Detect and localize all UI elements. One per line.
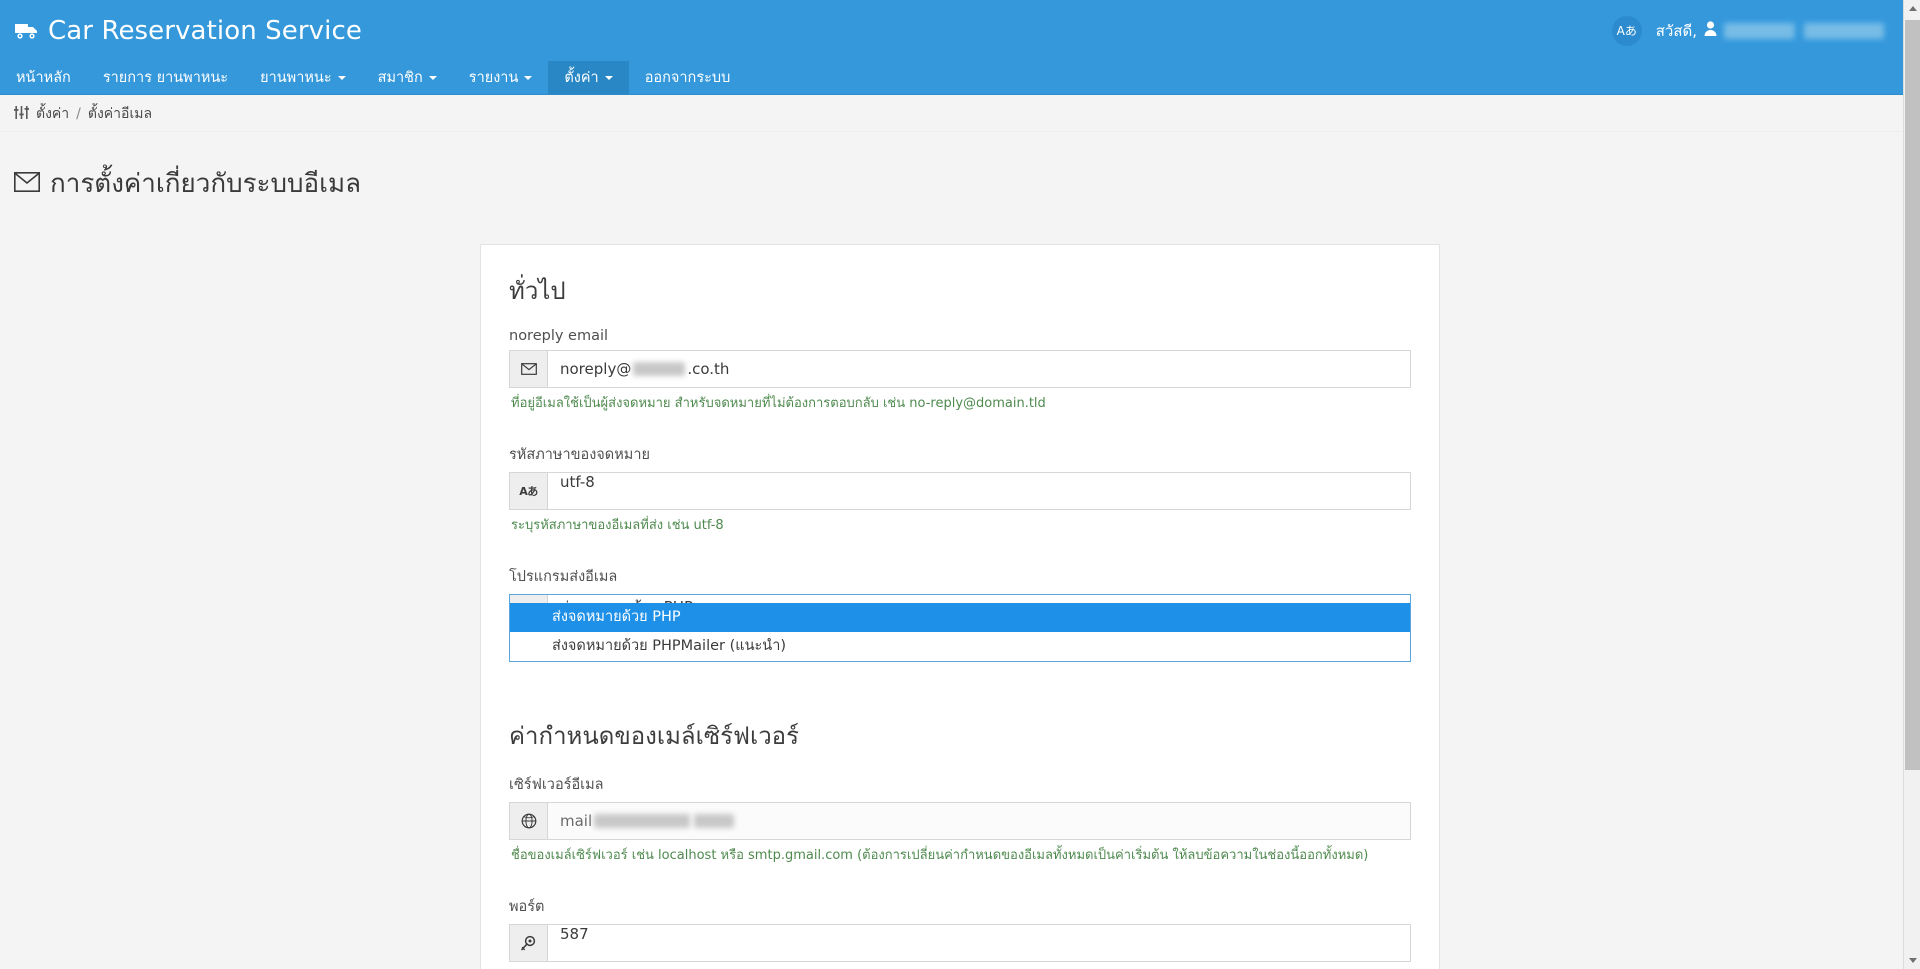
brand[interactable]: Car Reservation Service bbox=[14, 16, 362, 46]
nav-item-home[interactable]: หน้าหลัก bbox=[0, 61, 87, 94]
truck-icon bbox=[14, 21, 40, 41]
scroll-down-button[interactable] bbox=[1904, 952, 1920, 969]
nav-item-vehicle-list[interactable]: รายการ ยานพาหนะ bbox=[87, 61, 244, 94]
field-noreply-email: noreply email noreply@ .co.th ที่อยู่อีเม… bbox=[509, 328, 1411, 413]
user-name-redacted bbox=[1724, 22, 1884, 39]
mail-host-input-group[interactable]: mail bbox=[509, 802, 1411, 841]
field-mail-charset: รหัสภาษาของจดหมาย Aあ utf-8 ระบุรหัสภาษาข… bbox=[509, 443, 1411, 535]
page-title: การตั้งค่าเกี่ยวกับระบบอีเมล bbox=[0, 149, 1920, 221]
scrollbar-thumb[interactable] bbox=[1905, 20, 1920, 770]
scroll-down-icon bbox=[1908, 958, 1917, 963]
field-label: เซิร์ฟเวอร์อีเมล bbox=[509, 777, 604, 794]
nav-item-label: ยานพาหนะ bbox=[260, 70, 332, 86]
mailer-option-phpmailer[interactable]: ส่งจดหมายด้วย PHPMailer (แนะนำ) bbox=[510, 632, 1410, 661]
chevron-down-icon bbox=[337, 75, 346, 80]
nav-item-vehicles[interactable]: ยานพาหนะ bbox=[244, 61, 362, 94]
page-title-text: การตั้งค่าเกี่ยวกับระบบอีเมล bbox=[50, 169, 362, 200]
brand-text: Car Reservation Service bbox=[48, 15, 362, 46]
email-settings-card: ทั่วไป noreply email noreply@.co.th ที่ bbox=[480, 243, 1440, 969]
charset-input[interactable]: utf-8 bbox=[548, 473, 1410, 509]
nav-item-label: หน้าหลัก bbox=[16, 70, 71, 86]
mail-host-redacted-b bbox=[694, 814, 735, 829]
breadcrumb: ตั้งค่า / ตั้งค่าอีเมล bbox=[0, 95, 1920, 132]
user-icon bbox=[1704, 21, 1717, 40]
scroll-up-button[interactable] bbox=[1904, 0, 1920, 17]
nav-item-label: รายงาน bbox=[468, 70, 519, 86]
scroll-up-icon bbox=[1908, 6, 1917, 11]
field-label: noreply email bbox=[509, 327, 609, 344]
nav-item-label: รายการ ยานพาหนะ bbox=[102, 70, 229, 86]
app-header: Car Reservation Service Aあ สวัสดี, bbox=[0, 0, 1920, 61]
nav-item-logout[interactable]: ออกจากระบบ bbox=[629, 61, 747, 94]
field-label: รหัสภาษาของจดหมาย bbox=[509, 447, 650, 463]
gear-icon bbox=[510, 925, 548, 962]
field-label: โปรแกรมส่งอีเมล bbox=[509, 569, 618, 586]
mail-host-redacted-a bbox=[594, 814, 691, 829]
section-title-general: ทั่วไป bbox=[509, 276, 566, 305]
field-help-text: ระบุรหัสภาษาของอีเมลที่ส่ง เช่น utf-8 bbox=[511, 518, 724, 533]
breadcrumb-current: ตั้งค่าอีเมล bbox=[87, 106, 153, 122]
envelope-icon bbox=[510, 350, 548, 387]
globe-icon bbox=[510, 803, 548, 840]
nav-item-label: ออกจากระบบ bbox=[644, 70, 731, 86]
noreply-email-input-group[interactable]: noreply@ .co.th bbox=[509, 349, 1411, 388]
user-greeting[interactable]: สวัสดี, bbox=[1656, 19, 1884, 43]
nav-item-label: ตั้งค่า bbox=[564, 70, 599, 86]
mail-host-input[interactable]: mail bbox=[548, 803, 1410, 840]
field-mail-port: พอร์ต 587 หมายเลขพอร์ตของเมล์เซิร์ฟเวอร์… bbox=[509, 895, 1411, 969]
field-help-text: ที่อยู่อีเมลใช้เป็นผู้ส่งจดหมาย สำหรับจด… bbox=[511, 395, 1046, 411]
breadcrumb-parent[interactable]: ตั้งค่า bbox=[36, 103, 69, 125]
header-right: Aあ สวัสดี, bbox=[1611, 0, 1884, 61]
chevron-down-icon bbox=[524, 75, 533, 80]
language-icon: Aあ bbox=[510, 473, 548, 509]
noreply-email-redacted-domain bbox=[633, 361, 686, 376]
charset-input-group[interactable]: Aあ utf-8 bbox=[509, 472, 1411, 510]
greeting-text: สวัสดี, bbox=[1655, 21, 1697, 40]
field-mail-host: เซิร์ฟเวอร์อีเมล mail ชื่อของเมล์เซิร์ฟเ… bbox=[509, 773, 1411, 865]
main-navigation: หน้าหลัก รายการ ยานพาหนะ ยานพาหนะ สมาชิก… bbox=[0, 61, 1920, 95]
app-root: Car Reservation Service Aあ สวัสดี, หน้าห… bbox=[0, 0, 1920, 969]
noreply-email-value-prefix: noreply@ bbox=[560, 359, 632, 378]
page-scrollbar[interactable] bbox=[1903, 0, 1920, 969]
section-title-mailserver: ค่ากำหนดของเมล์เซิร์ฟเวอร์ bbox=[509, 722, 799, 751]
nav-item-members[interactable]: สมาชิก bbox=[362, 61, 453, 94]
mail-port-input-group[interactable]: 587 bbox=[509, 924, 1411, 963]
noreply-email-value-suffix: .co.th bbox=[687, 359, 730, 378]
sliders-icon bbox=[14, 105, 29, 123]
mailer-dropdown-menu: ส่งจดหมายด้วย PHP ส่งจดหมายด้วย PHPMaile… bbox=[509, 603, 1411, 663]
language-toggle-icon[interactable]: Aあ bbox=[1611, 15, 1642, 46]
field-mailer-program: โปรแกรมส่งอีเมล ส่งจดหมายด้วย PHP ส่งจดห… bbox=[509, 565, 1411, 663]
chevron-down-icon bbox=[428, 75, 437, 80]
content-area: ทั่วไป noreply email noreply@.co.th ที่ bbox=[0, 237, 1920, 969]
nav-item-reports[interactable]: รายงาน bbox=[453, 61, 549, 94]
mail-port-input[interactable]: 587 bbox=[548, 925, 1410, 961]
noreply-email-input[interactable]: noreply@ .co.th bbox=[548, 351, 1410, 387]
mail-host-value-prefix: mail bbox=[560, 812, 593, 831]
chevron-down-icon bbox=[604, 75, 613, 80]
language-toggle-label: Aあ bbox=[1616, 24, 1637, 38]
mailer-option-php[interactable]: ส่งจดหมายด้วย PHP bbox=[510, 603, 1410, 633]
nav-item-settings[interactable]: ตั้งค่า bbox=[548, 61, 629, 94]
nav-item-label: สมาชิก bbox=[377, 70, 423, 86]
breadcrumb-separator: / bbox=[76, 106, 81, 122]
field-label: พอร์ต bbox=[509, 899, 545, 916]
envelope-icon bbox=[14, 169, 40, 199]
field-help-text: ชื่อของเมล์เซิร์ฟเวอร์ เช่น localhost หร… bbox=[511, 848, 1369, 864]
